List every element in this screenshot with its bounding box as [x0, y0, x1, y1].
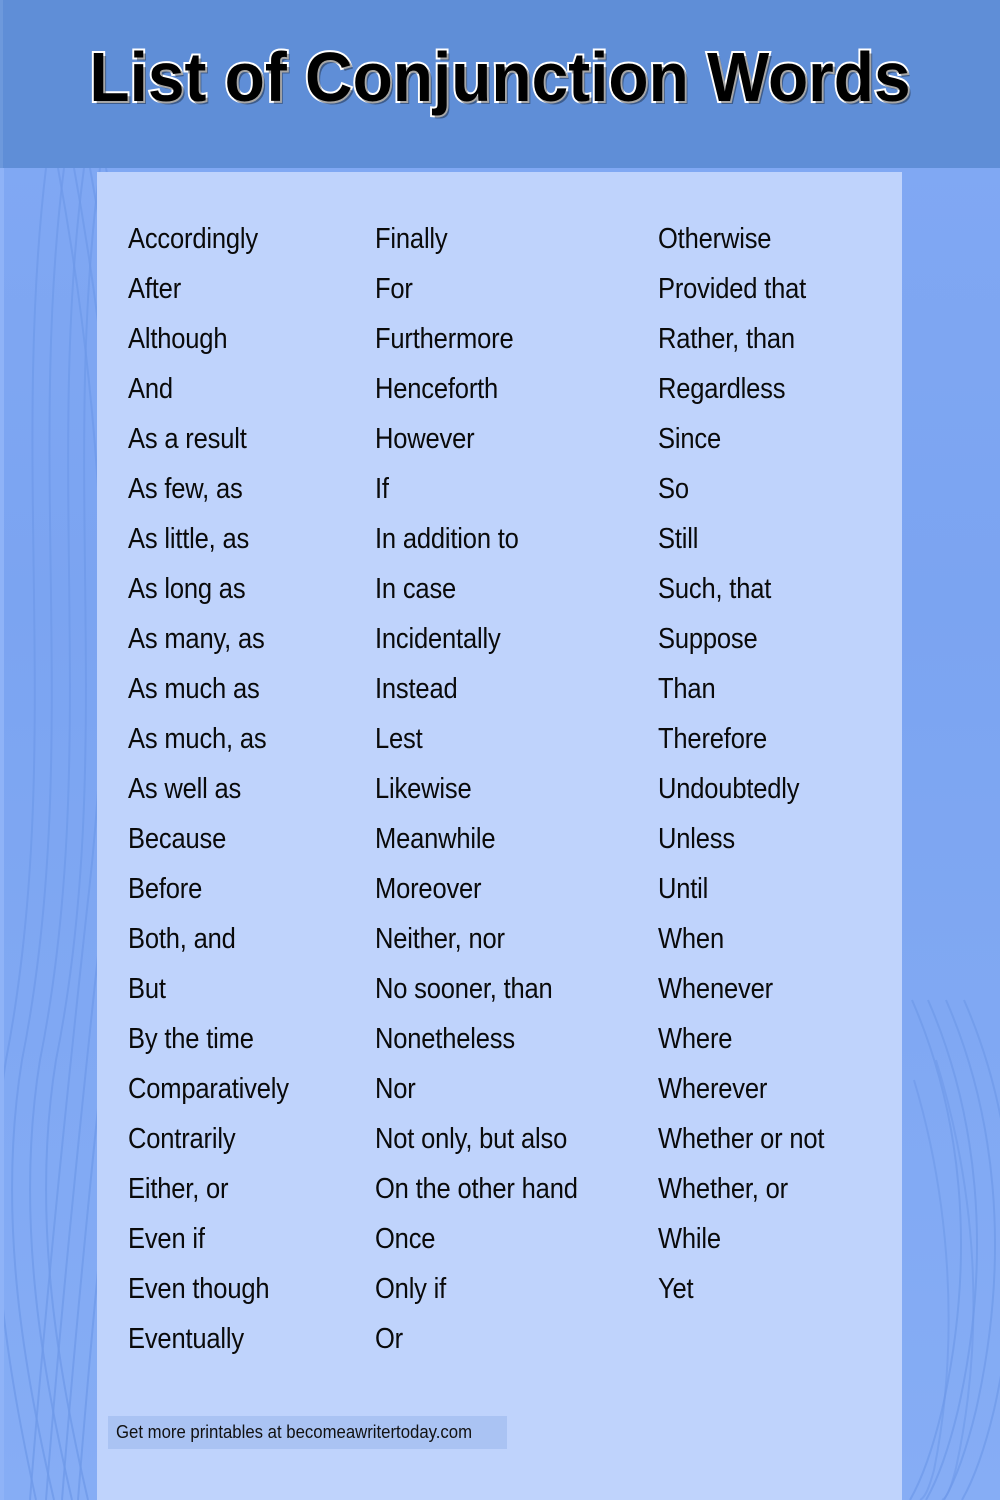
conjunction-word: Whether or not: [657, 1123, 825, 1155]
conjunction-word: Not only, but also: [375, 1123, 568, 1155]
word-column-2: Finally For Furthermore Henceforth However If…: [375, 214, 658, 1364]
conjunction-word: Furthermore: [375, 323, 514, 355]
conjunction-word: As well as: [128, 773, 242, 805]
header-bar: List of Conjunction Words: [0, 0, 1000, 168]
conjunction-word: Such, that: [657, 573, 772, 605]
conjunction-word: Nor: [375, 1073, 416, 1105]
conjunction-word: Likewise: [375, 773, 472, 805]
conjunction-word: Before: [128, 873, 203, 905]
conjunction-word: Even though: [128, 1273, 270, 1305]
conjunction-word: Instead: [375, 673, 458, 705]
conjunction-word: Once: [375, 1223, 436, 1255]
conjunction-word: Accordingly: [128, 223, 258, 255]
content-card: Accordingly After Although And As a result As…: [97, 172, 902, 1500]
printable-page: List of Conjunction Words Accordingly Aft…: [0, 0, 1000, 1500]
conjunction-word: Eventually: [128, 1323, 244, 1355]
conjunction-word: Provided that: [657, 273, 807, 305]
conjunction-word: As much as: [128, 673, 260, 705]
conjunction-word: Finally: [375, 223, 448, 255]
conjunction-word: Incidentally: [375, 623, 501, 655]
conjunction-word: Contrarily: [128, 1123, 236, 1155]
conjunction-word: Even if: [128, 1223, 205, 1255]
conjunction-word: In addition to: [375, 523, 519, 555]
conjunction-word: When: [657, 923, 724, 955]
conjunction-word: On the other hand: [375, 1173, 579, 1205]
conjunction-word: Regardless: [657, 373, 786, 405]
conjunction-word: Yet: [657, 1273, 694, 1305]
conjunction-word: Lest: [375, 723, 423, 755]
conjunction-word: As many, as: [128, 623, 265, 655]
conjunction-word: Comparatively: [128, 1073, 289, 1105]
conjunction-word: After: [128, 273, 182, 305]
word-columns: Accordingly After Although And As a result As…: [128, 214, 888, 1364]
conjunction-word: Although: [128, 323, 228, 355]
conjunction-word: As much, as: [128, 723, 267, 755]
conjunction-word: Neither, nor: [375, 923, 506, 955]
conjunction-word: Because: [128, 823, 227, 855]
conjunction-word: Whenever: [657, 973, 773, 1005]
conjunction-word: By the time: [128, 1023, 254, 1055]
conjunction-word: As long as: [128, 573, 246, 605]
conjunction-word: Therefore: [657, 723, 768, 755]
conjunction-word: If: [375, 473, 390, 505]
conjunction-word: Both, and: [128, 923, 236, 955]
conjunction-word: Nonetheless: [375, 1023, 516, 1055]
conjunction-word: Moreover: [375, 873, 482, 905]
header-left-accent: [0, 0, 3, 168]
conjunction-word: No sooner, than: [375, 973, 553, 1005]
conjunction-word: Only if: [375, 1273, 447, 1305]
conjunction-word: Since: [657, 423, 721, 455]
conjunction-word: However: [375, 423, 475, 455]
conjunction-word: Where: [657, 1023, 733, 1055]
conjunction-word: For: [375, 273, 414, 305]
conjunction-word: While: [657, 1223, 721, 1255]
left-edge-strip: [0, 168, 4, 1500]
conjunction-word: Suppose: [657, 623, 758, 655]
conjunction-word: Until: [657, 873, 709, 905]
conjunction-word: Meanwhile: [375, 823, 496, 855]
conjunction-word: Henceforth: [375, 373, 499, 405]
conjunction-word: As few, as: [128, 473, 243, 505]
conjunction-word: Otherwise: [657, 223, 772, 255]
conjunction-word: And: [128, 373, 173, 405]
conjunction-word: Unless: [657, 823, 735, 855]
footer-attribution: Get more printables at becomeawritertoda…: [108, 1416, 507, 1449]
conjunction-word: So: [657, 473, 689, 505]
conjunction-word: Undoubtedly: [657, 773, 800, 805]
conjunction-word: Either, or: [128, 1173, 229, 1205]
conjunction-word: In case: [375, 573, 457, 605]
conjunction-word: But: [128, 973, 166, 1005]
conjunction-word: As a result: [128, 423, 247, 455]
word-column-1: Accordingly After Although And As a result As…: [128, 214, 375, 1364]
page-title: List of Conjunction Words: [88, 36, 913, 118]
conjunction-word: Still: [657, 523, 699, 555]
conjunction-word: Whether, or: [657, 1173, 788, 1205]
conjunction-word: Than: [657, 673, 716, 705]
conjunction-word: Rather, than: [657, 323, 795, 355]
footer-text: Get more printables at becomeawritertoda…: [116, 1422, 473, 1442]
conjunction-word: Wherever: [657, 1073, 768, 1105]
conjunction-word: As little, as: [128, 523, 250, 555]
word-column-3: Otherwise Provided that Rather, than Regard…: [658, 214, 888, 1364]
conjunction-word: Or: [375, 1323, 404, 1355]
